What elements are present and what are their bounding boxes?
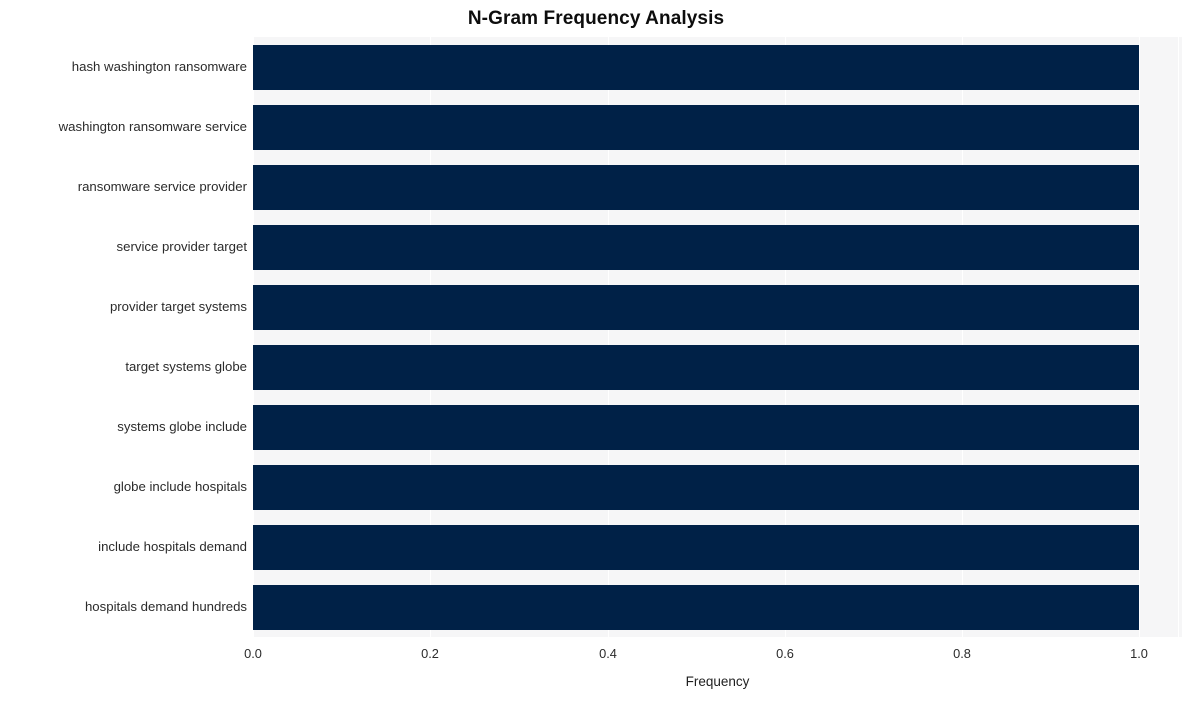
bar[interactable]: [253, 45, 1139, 90]
plot-area: [253, 37, 1182, 637]
bar[interactable]: [253, 225, 1139, 270]
bar[interactable]: [253, 405, 1139, 450]
y-axis-tick-label: target systems globe: [125, 359, 247, 374]
y-axis-tick-label: include hospitals demand: [98, 539, 247, 554]
y-axis-labels: hash washington ransomware washington ran…: [0, 37, 247, 637]
bars-group: [253, 37, 1182, 637]
x-axis-tick-label: 1.0: [1130, 646, 1148, 661]
chart-figure: N-Gram Frequency Analysis hash washingto…: [0, 0, 1192, 701]
bar[interactable]: [253, 465, 1139, 510]
x-axis-label: Frequency: [685, 674, 750, 689]
bar[interactable]: [253, 585, 1139, 630]
y-axis-tick-label: washington ransomware service: [58, 119, 247, 134]
bar[interactable]: [253, 525, 1139, 570]
y-axis-tick-label: hash washington ransomware: [71, 59, 247, 74]
y-axis-tick-label: hospitals demand hundreds: [84, 599, 247, 614]
y-axis-tick-label: globe include hospitals: [113, 479, 247, 494]
x-axis-tick-label: 0.0: [244, 646, 262, 661]
x-axis-tick-label: 0.6: [776, 646, 794, 661]
page-title: N-Gram Frequency Analysis: [467, 8, 725, 29]
y-axis-tick-label: ransomware service provider: [77, 179, 247, 194]
y-axis-tick-label: service provider target: [116, 239, 247, 254]
bar[interactable]: [253, 345, 1139, 390]
bar[interactable]: [253, 165, 1139, 210]
bar[interactable]: [253, 105, 1139, 150]
bar[interactable]: [253, 285, 1139, 330]
x-axis-tick-label: 0.4: [599, 646, 617, 661]
y-axis-tick-label: provider target systems: [109, 299, 247, 314]
x-axis-tick-label: 0.8: [953, 646, 971, 661]
y-axis-tick-label: systems globe include: [117, 419, 247, 434]
x-axis-tick-label: 0.2: [421, 646, 439, 661]
